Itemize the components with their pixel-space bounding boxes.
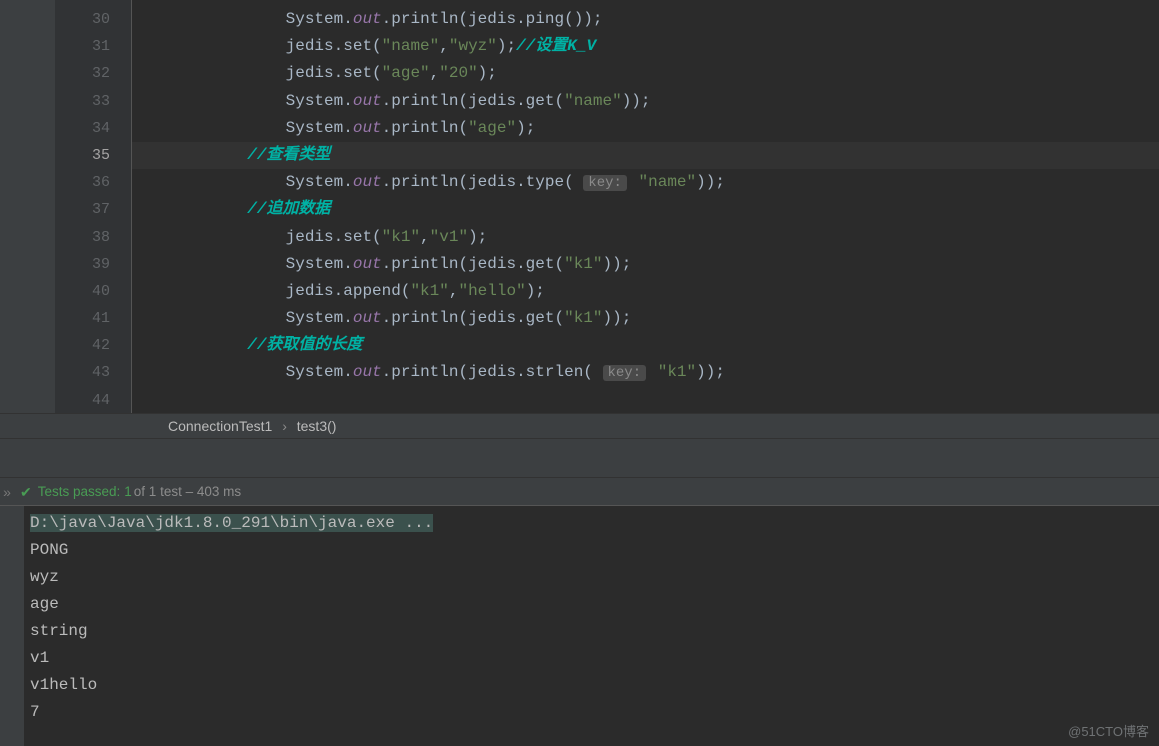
tests-info: of 1 test – 403 ms	[134, 478, 241, 506]
line-number[interactable]: 32	[55, 60, 132, 87]
breadcrumb-class[interactable]: ConnectionTest1	[168, 418, 272, 434]
console-line: 7	[30, 699, 433, 726]
console-line: wyz	[30, 564, 433, 591]
console-output[interactable]: D:\java\Java\jdk1.8.0_291\bin\java.exe .…	[24, 506, 433, 746]
line-number[interactable]: 41	[55, 305, 132, 332]
line-number[interactable]: 39	[55, 251, 132, 278]
console-line: age	[30, 591, 433, 618]
gutter[interactable]: 303132333435363738394041424344	[55, 0, 132, 413]
code-line[interactable]: //获取值的长度	[132, 332, 1159, 359]
code-line[interactable]: System.out.println(jedis.ping());	[132, 6, 1159, 33]
code-area[interactable]: System.out.println(jedis.ping()); jedis.…	[132, 0, 1159, 413]
code-line[interactable]: jedis.set("k1","v1");	[132, 224, 1159, 251]
console-line: v1hello	[30, 672, 433, 699]
editor-area: 303132333435363738394041424344 System.ou…	[0, 0, 1159, 413]
console-command: D:\java\Java\jdk1.8.0_291\bin\java.exe .…	[30, 510, 433, 537]
code-line[interactable]: //查看类型	[132, 142, 1159, 169]
line-number[interactable]: 37	[55, 196, 132, 223]
line-number[interactable]: 33	[55, 88, 132, 115]
tests-passed-label: Tests passed:	[38, 478, 121, 506]
console-line: PONG	[30, 537, 433, 564]
panel-divider[interactable]	[0, 438, 1159, 478]
test-status-bar: » ✔ Tests passed: 1 of 1 test – 403 ms	[0, 478, 1159, 506]
line-number[interactable]: 35	[55, 142, 132, 169]
breadcrumb[interactable]: ConnectionTest1 › test3()	[0, 413, 1159, 438]
tests-passed-count: 1	[124, 478, 132, 506]
console-toolbar[interactable]	[0, 506, 24, 746]
line-number[interactable]: 36	[55, 169, 132, 196]
code-line[interactable]: jedis.set("age","20");	[132, 60, 1159, 87]
code-line[interactable]: System.out.println(jedis.strlen( key: "k…	[132, 359, 1159, 386]
code-line[interactable]: System.out.println("age");	[132, 115, 1159, 142]
line-number[interactable]: 38	[55, 224, 132, 251]
line-number[interactable]: 34	[55, 115, 132, 142]
line-number[interactable]: 31	[55, 33, 132, 60]
watermark: @51CTO博客	[1068, 721, 1149, 740]
code-line[interactable]: System.out.println(jedis.get("k1"));	[132, 305, 1159, 332]
line-number[interactable]: 43	[55, 359, 132, 386]
code-line[interactable]: System.out.println(jedis.get("k1"));	[132, 251, 1159, 278]
line-number[interactable]: 42	[55, 332, 132, 359]
console-line: string	[30, 618, 433, 645]
breadcrumb-method[interactable]: test3()	[297, 418, 337, 434]
breadcrumb-separator: ›	[282, 418, 287, 434]
check-icon: ✔	[20, 478, 32, 506]
code-line[interactable]: System.out.println(jedis.type( key: "nam…	[132, 169, 1159, 196]
code-line[interactable]	[132, 387, 1159, 414]
console-panel: D:\java\Java\jdk1.8.0_291\bin\java.exe .…	[0, 506, 1159, 746]
code-line[interactable]: jedis.append("k1","hello");	[132, 278, 1159, 305]
console-line: v1	[30, 645, 433, 672]
expand-icon[interactable]: »	[0, 478, 14, 506]
line-number[interactable]: 30	[55, 6, 132, 33]
code-line[interactable]: //追加数据	[132, 196, 1159, 223]
tool-window-strip-left[interactable]	[0, 0, 55, 413]
code-line[interactable]: System.out.println(jedis.get("name"));	[132, 88, 1159, 115]
line-number[interactable]: 40	[55, 278, 132, 305]
line-number[interactable]: 44	[55, 387, 132, 414]
code-line[interactable]: jedis.set("name","wyz");//设置K_V	[132, 33, 1159, 60]
